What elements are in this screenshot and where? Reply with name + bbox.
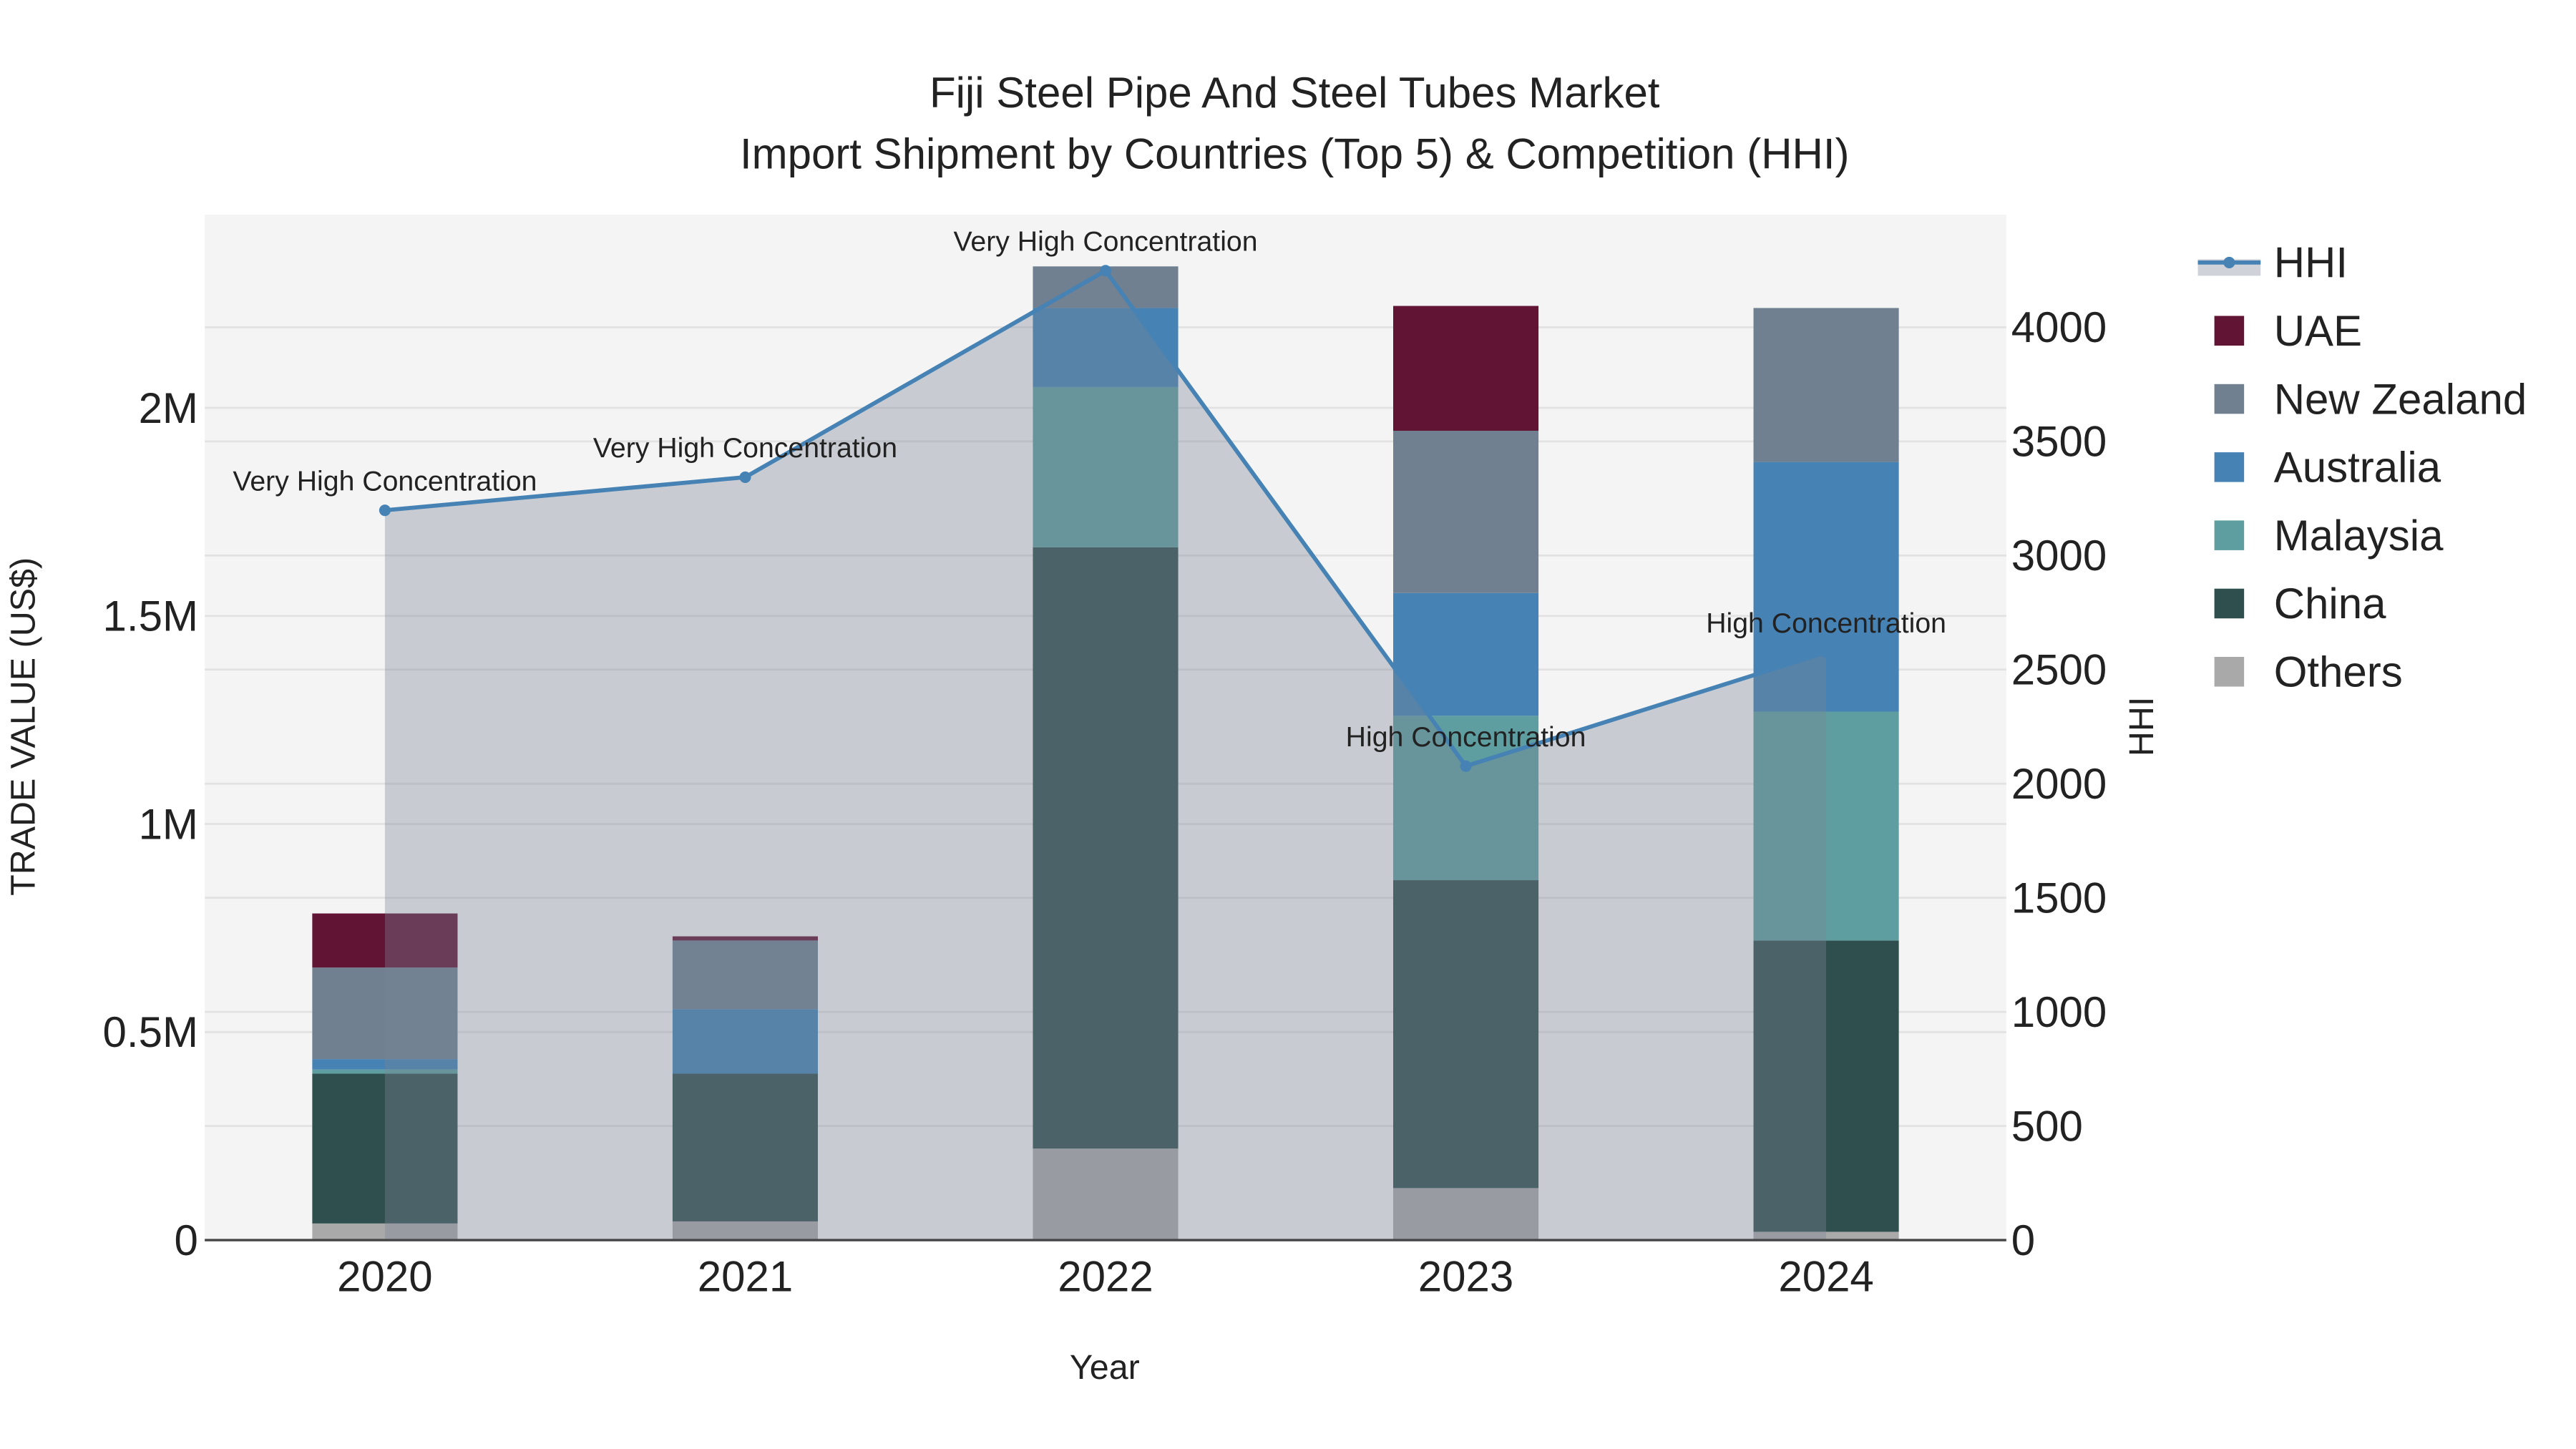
hhi-point-2022 [1099, 265, 1112, 277]
y2-tick-label: 4000 [2011, 303, 2107, 351]
hhi-point-2021 [739, 471, 751, 483]
y-tick-label: 0 [175, 1216, 198, 1264]
y-tick-label: 1M [139, 800, 198, 848]
y-tick-label: 1.5M [103, 592, 198, 640]
legend-label-uae: UAE [2274, 307, 2362, 355]
hhi-annotation-2024: High Concentration [1706, 608, 1946, 639]
hhi-point-2020 [379, 504, 391, 517]
legend-swatch-new-zealand [2214, 384, 2245, 414]
hhi-annotation-2020: Very High Concentration [233, 465, 537, 497]
legend-label-new-zealand: New Zealand [2274, 375, 2527, 423]
legend-label-malaysia: Malaysia [2274, 512, 2444, 560]
y-axis-title: TRADE VALUE (US$) [4, 557, 42, 896]
chart-title-line1: Fiji Steel Pipe And Steel Tubes Market [930, 69, 1660, 117]
legend-swatch-others [2214, 657, 2245, 687]
hhi-point-2024 [1820, 646, 1833, 658]
y2-tick-label: 2500 [2011, 646, 2107, 694]
y2-tick-label: 2000 [2011, 760, 2107, 808]
y2-tick-label: 3000 [2011, 532, 2107, 580]
legend-swatch-australia [2214, 452, 2245, 482]
legend-swatch-malaysia [2214, 520, 2245, 550]
legend-swatch-uae [2214, 316, 2245, 346]
bar-new-zealand-2024 [1753, 308, 1899, 462]
y2-tick-label: 500 [2011, 1102, 2083, 1150]
bar-uae-2023 [1393, 306, 1539, 431]
x-tick-label: 2023 [1418, 1253, 1513, 1301]
legend-swatch-hhi-marker [2223, 256, 2235, 268]
legend-label-australia: Australia [2274, 444, 2441, 492]
y2-tick-label: 1000 [2011, 988, 2107, 1036]
legend-swatch-china [2214, 588, 2245, 619]
x-tick-label: 2022 [1058, 1253, 1153, 1301]
bar-new-zealand-2023 [1393, 430, 1539, 593]
x-tick-label: 2024 [1778, 1253, 1873, 1301]
x-axis-ticks: 2020 2021 2022 2023 2024 [337, 1253, 1874, 1301]
hhi-annotation-2023: High Concentration [1346, 721, 1586, 753]
y2-tick-label: 3500 [2011, 418, 2107, 466]
x-tick-label: 2021 [698, 1253, 793, 1301]
hhi-point-2023 [1460, 760, 1472, 772]
hhi-annotation-2022: Very High Concentration [953, 226, 1257, 258]
y-tick-label: 2M [139, 384, 198, 432]
chart-title-line2: Import Shipment by Countries (Top 5) & C… [740, 130, 1850, 177]
y-axis-ticks: 0 0.5M 1M 1.5M 2M [103, 384, 198, 1264]
x-axis-title: Year [1070, 1348, 1140, 1387]
y2-axis-title: HHI [2122, 697, 2161, 756]
chart: Very High Concentration Very High Concent… [4, 69, 2527, 1387]
legend-label-china: China [2274, 580, 2386, 628]
y2-tick-label: 1500 [2011, 874, 2107, 922]
y2-tick-label: 0 [2011, 1216, 2035, 1264]
x-tick-label: 2020 [337, 1253, 432, 1301]
legend-label-hhi: HHI [2274, 239, 2348, 287]
hhi-annotation-2021: Very High Concentration [593, 432, 897, 464]
y-tick-label: 0.5M [103, 1008, 198, 1056]
y2-axis-ticks: 0 500 1000 1500 2000 2500 3000 3500 4000 [2011, 303, 2107, 1264]
legend-label-others: Others [2274, 648, 2403, 696]
legend: HHI UAE New Zealand Australia Malaysia China O… [2197, 239, 2527, 696]
